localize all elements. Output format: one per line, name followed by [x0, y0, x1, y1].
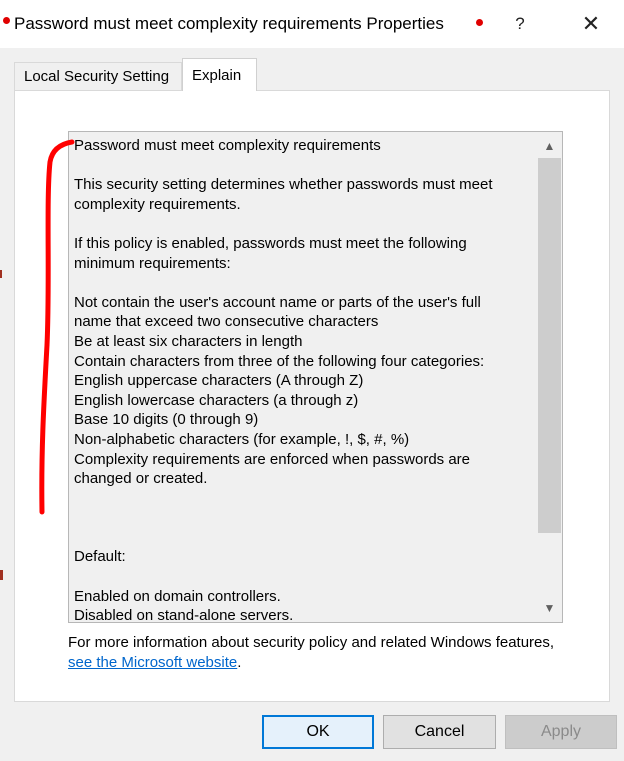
red-dot-marker	[476, 19, 483, 26]
ok-button[interactable]: OK	[262, 715, 374, 749]
cancel-button[interactable]: Cancel	[383, 715, 496, 749]
scroll-up-icon[interactable]: ▲	[537, 134, 562, 158]
more-info-suffix: .	[237, 654, 242, 671]
window-title: Password must meet complexity requiremen…	[14, 14, 444, 33]
tab-local-security-setting[interactable]: Local Security Setting	[14, 62, 182, 90]
apply-button[interactable]: Apply	[505, 715, 617, 749]
vertical-scrollbar[interactable]: ▲ ▼	[537, 132, 562, 622]
help-button[interactable]: ?	[500, 8, 540, 40]
more-info-text: For more information about security poli…	[68, 633, 568, 673]
microsoft-website-link[interactable]: see the Microsoft website	[68, 654, 237, 671]
explain-text: Password must meet complexity requiremen…	[74, 137, 493, 623]
scroll-thumb[interactable]	[538, 158, 561, 533]
more-info-prefix: For more information about security poli…	[68, 634, 555, 651]
title-bar: Password must meet complexity requiremen…	[0, 0, 624, 48]
scroll-down-icon[interactable]: ▼	[537, 596, 562, 620]
red-dot-marker	[3, 17, 10, 24]
left-edge-marker	[0, 270, 2, 278]
explain-panel: Password must meet complexity requiremen…	[14, 90, 610, 702]
tab-explain[interactable]: Explain	[182, 58, 257, 91]
explain-textbox[interactable]: Password must meet complexity requiremen…	[68, 131, 563, 623]
left-edge-marker	[0, 570, 3, 580]
close-button[interactable]: ✕	[571, 8, 611, 40]
